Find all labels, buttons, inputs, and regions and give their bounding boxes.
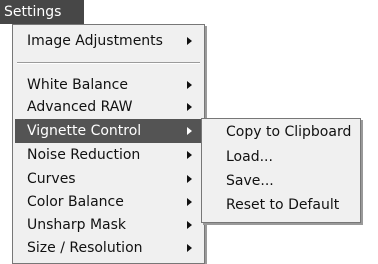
settings-menu-title[interactable]: Settings — [0, 0, 84, 24]
submenu-arrow-icon — [187, 81, 192, 89]
submenu-arrow-icon — [187, 151, 192, 159]
menu-item-label: Color Balance — [27, 194, 124, 210]
submenu-item-label: Reset to Default — [226, 197, 340, 213]
settings-dropdown-menu: Image Adjustments White Balance Advanced… — [12, 24, 205, 264]
menu-item-label: Image Adjustments — [27, 33, 163, 49]
menu-item-label: Curves — [27, 171, 76, 187]
menu-item-label: Vignette Control — [27, 123, 142, 139]
submenu-arrow-icon — [187, 175, 192, 183]
submenu-item-label: Copy to Clipboard — [226, 124, 352, 140]
menu-item-label: Size / Resolution — [27, 240, 143, 256]
submenu-arrow-icon — [187, 198, 192, 206]
submenu-arrow-icon — [187, 37, 192, 45]
submenu-item-label: Save... — [226, 173, 274, 189]
menu-item-size-resolution[interactable]: Size / Resolution — [15, 236, 202, 260]
submenu-item-load[interactable]: Load... — [204, 145, 358, 169]
menu-item-image-adjustments[interactable]: Image Adjustments — [15, 29, 202, 53]
settings-menu-label: Settings — [4, 4, 62, 20]
menu-item-unsharp-mask[interactable]: Unsharp Mask — [15, 213, 202, 237]
menu-item-curves[interactable]: Curves — [15, 167, 202, 191]
submenu-item-copy-to-clipboard[interactable]: Copy to Clipboard — [204, 120, 358, 144]
menu-item-color-balance[interactable]: Color Balance — [15, 190, 202, 214]
submenu-item-reset-to-default[interactable]: Reset to Default — [204, 193, 358, 217]
menu-item-vignette-control[interactable]: Vignette Control — [15, 119, 202, 143]
menu-item-white-balance[interactable]: White Balance — [15, 73, 202, 97]
menu-separator — [17, 62, 200, 64]
menu-item-label: Advanced RAW — [27, 99, 133, 115]
vignette-control-submenu: Copy to Clipboard Load... Save... Reset … — [201, 118, 361, 223]
submenu-arrow-icon — [187, 244, 192, 252]
submenu-item-save[interactable]: Save... — [204, 169, 358, 193]
menu-item-label: White Balance — [27, 77, 128, 93]
menu-item-label: Unsharp Mask — [27, 217, 127, 233]
menu-item-noise-reduction[interactable]: Noise Reduction — [15, 143, 202, 167]
submenu-arrow-icon — [187, 127, 192, 135]
submenu-item-label: Load... — [226, 149, 273, 165]
menu-item-advanced-raw[interactable]: Advanced RAW — [15, 95, 202, 119]
submenu-arrow-icon — [187, 221, 192, 229]
menu-item-label: Noise Reduction — [27, 147, 141, 163]
submenu-arrow-icon — [187, 103, 192, 111]
